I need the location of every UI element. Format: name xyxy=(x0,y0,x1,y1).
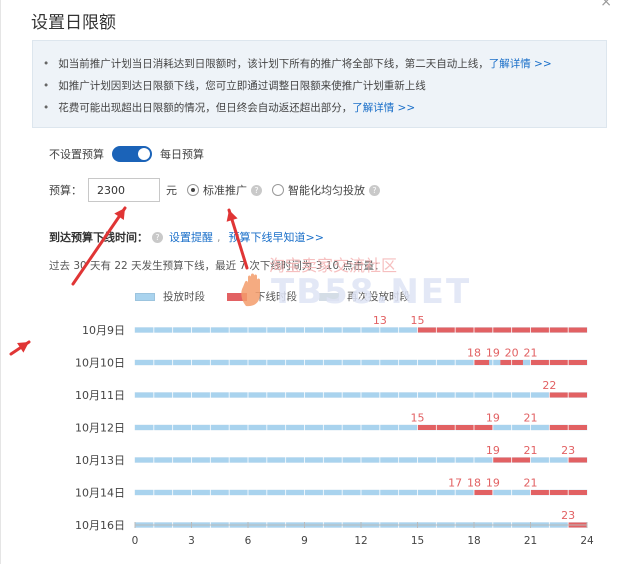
offline-hour-label: 21 xyxy=(524,347,538,360)
row-date-label: 10月11日 xyxy=(75,389,125,402)
offline-hour-label: 18 xyxy=(467,347,481,360)
watermark-hand-icon xyxy=(241,273,260,307)
offline-hour-label: 21 xyxy=(524,477,538,490)
offline-hour-label: 15 xyxy=(411,314,425,327)
on-segment xyxy=(522,360,531,365)
x-tick-label: 15 xyxy=(411,535,424,547)
on-segment xyxy=(455,490,474,495)
x-tick-label: 3 xyxy=(188,535,195,547)
offline-hour-label: 23 xyxy=(561,509,575,522)
off-segment xyxy=(530,490,587,495)
x-tick-label: 21 xyxy=(524,535,537,547)
row-date-label: 10月14日 xyxy=(75,487,125,500)
x-tick-label: 9 xyxy=(301,535,308,547)
row-date-label: 10月10日 xyxy=(75,357,125,370)
offline-hour-label: 20 xyxy=(505,347,519,360)
offline-hour-label: 19 xyxy=(486,347,500,360)
x-tick-label: 12 xyxy=(354,535,367,547)
off-segment xyxy=(530,360,587,365)
offline-hour-label: 15 xyxy=(411,412,425,425)
on-segment xyxy=(492,425,550,430)
x-tick-label: 24 xyxy=(580,535,594,547)
daily-budget-dialog: 设置日限额 × 如当前推广计划当日消耗达到日限额时，该计划下所有的推广将全部下线… xyxy=(0,0,640,564)
row-date-label: 10月12日 xyxy=(75,422,125,435)
on-segment xyxy=(135,457,493,463)
offline-hour-label: 19 xyxy=(486,412,500,425)
on-segment xyxy=(135,490,456,495)
offline-hour-label: 19 xyxy=(486,477,500,490)
offline-hour-label: 22 xyxy=(542,379,556,392)
row-date-label: 10月13日 xyxy=(75,454,125,467)
on-segment xyxy=(135,327,418,333)
x-tick-label: 6 xyxy=(245,535,252,547)
offline-hour-label: 17 xyxy=(448,477,462,490)
row-date-label: 10月16日 xyxy=(75,519,125,532)
offline-hour-label: 21 xyxy=(524,412,538,425)
offline-hour-label: 23 xyxy=(561,444,575,457)
x-tick-label: 18 xyxy=(467,535,480,547)
on-segment xyxy=(135,425,418,430)
off-segment xyxy=(474,360,490,365)
annotation-arrow-budget xyxy=(71,206,127,286)
offline-hour-label: 13 xyxy=(373,314,387,327)
offline-hour-label: 21 xyxy=(524,444,538,457)
off-segment xyxy=(474,490,493,495)
row-date-label: 10月9日 xyxy=(82,324,125,337)
watermark-logo: TB58.NET xyxy=(271,272,472,312)
offline-hour-label: 18 xyxy=(467,477,481,490)
x-tick-label: 0 xyxy=(132,535,139,547)
offline-hour-label: 19 xyxy=(486,444,500,457)
off-segment xyxy=(568,457,587,463)
on-segment xyxy=(489,360,501,365)
off-segment xyxy=(417,327,587,333)
